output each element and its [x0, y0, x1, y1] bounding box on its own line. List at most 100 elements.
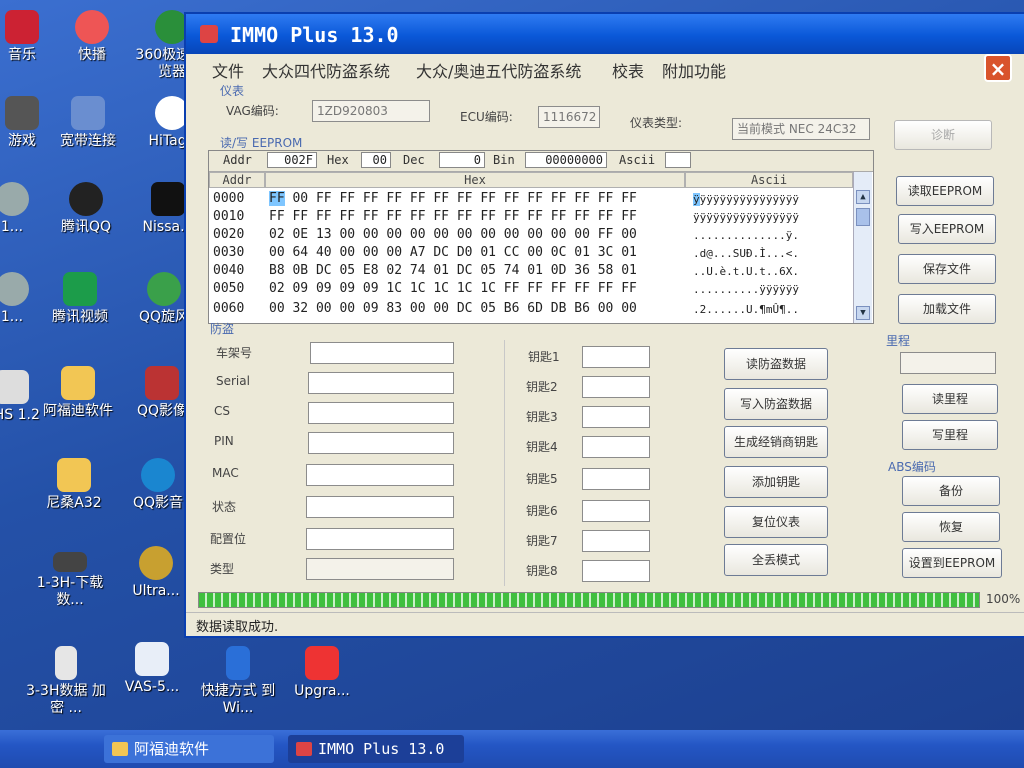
config-bits-field[interactable]: [306, 528, 454, 550]
taskbar-item-afudi[interactable]: 阿福迪软件: [104, 735, 274, 763]
asp-icon: [151, 182, 185, 216]
generate-dealer-key-button[interactable]: 生成经销商钥匙: [724, 426, 828, 458]
row-hex-bytes[interactable]: 00 64 40 00 00 00 A7 DC D0 01 CC 00 0C 0…: [269, 245, 689, 260]
menu-calibrate[interactable]: 校表: [612, 58, 644, 82]
key7-field[interactable]: [582, 530, 650, 552]
row-hex-bytes[interactable]: 02 0E 13 00 00 00 00 00 00 00 00 00 00 0…: [269, 227, 689, 242]
desktop-icon-mercedes-1[interactable]: 1...: [0, 182, 52, 236]
row-ascii[interactable]: .d@...SUÐ.Ì...<.: [693, 247, 841, 260]
image-viewer-icon: [145, 366, 179, 400]
row-hex-bytes[interactable]: B8 0B DC 05 E8 02 74 01 DC 05 74 01 0D 3…: [269, 263, 689, 278]
key3-field[interactable]: [582, 406, 650, 428]
vag-code-field[interactable]: 1ZD920803: [312, 100, 430, 122]
write-mileage-button[interactable]: 写里程: [902, 420, 998, 450]
title-bar[interactable]: IMMO Plus 13.0: [186, 14, 1024, 54]
read-immo-data-button[interactable]: 读防盗数据: [724, 348, 828, 380]
row-ascii[interactable]: ÿÿÿÿÿÿÿÿÿÿÿÿÿÿÿÿ: [693, 211, 841, 224]
read-eeprom-button[interactable]: 读取EEPROM: [896, 176, 994, 206]
key2-field[interactable]: [582, 376, 650, 398]
selected-ascii-char[interactable]: ÿ: [693, 193, 700, 206]
vin-field[interactable]: [310, 342, 454, 364]
pin-field[interactable]: [308, 432, 454, 454]
scroll-down-icon[interactable]: ▼: [856, 306, 870, 320]
hex-editor[interactable]: Addr 002F Hex 00 Dec 0 Bin 00000000 Asci…: [208, 150, 874, 324]
row-ascii[interactable]: ..U.è.t.U.t..6X.: [693, 265, 841, 278]
row-hex-bytes[interactable]: 00 32 00 00 09 83 00 00 DC 05 B6 6D DB B…: [269, 301, 689, 316]
hex-value[interactable]: 00: [361, 152, 391, 168]
menu-vw-audi-gen5-immo[interactable]: 大众/奥迪五代防盗系统: [416, 58, 581, 82]
key8-field[interactable]: [582, 560, 650, 582]
immo-divider: [504, 340, 505, 586]
desktop-icon-broadband[interactable]: 宽带连接: [48, 96, 128, 150]
selected-byte[interactable]: FF: [269, 191, 285, 206]
desktop-icon-afudi-folder[interactable]: 阿福迪软件: [38, 366, 118, 420]
row-hex-bytes[interactable]: FF 00 FF FF FF FF FF FF FF FF FF FF FF F…: [269, 191, 689, 206]
scroll-thumb[interactable]: [856, 208, 870, 226]
desktop-icon-shortcut-wi[interactable]: 快捷方式 到 Wi...: [198, 646, 278, 717]
desktop-icon-upgrade[interactable]: Upgra...: [282, 646, 362, 700]
row-ascii[interactable]: .2......U.¶mÛ¶..: [693, 303, 841, 316]
desktop-icon-tencent-video[interactable]: 腾讯视频: [40, 272, 120, 326]
bin-value[interactable]: 00000000: [525, 152, 607, 168]
vas-5053-icon: [135, 642, 169, 676]
row-ascii[interactable]: ..............ÿ.: [693, 229, 841, 242]
reset-instrument-button[interactable]: 复位仪表: [724, 506, 828, 538]
cs-label: CS: [214, 404, 230, 418]
row-ascii[interactable]: ÿÿÿÿÿÿÿÿÿÿÿÿÿÿÿÿ: [693, 193, 841, 206]
whirlwind-icon: [147, 272, 181, 306]
desktop-icon-qq[interactable]: 腾讯QQ: [46, 182, 126, 236]
save-file-button[interactable]: 保存文件: [898, 254, 996, 284]
key6-field[interactable]: [582, 500, 650, 522]
instrument-type-field[interactable]: 当前模式 NEC 24C32: [732, 118, 870, 140]
games-icon: [5, 96, 39, 130]
desktop-icon-encrypt-data[interactable]: 3-3H数据 加密 ...: [26, 646, 106, 717]
row-ascii[interactable]: ..........ÿÿÿÿÿÿ: [693, 283, 841, 296]
all-keys-lost-button[interactable]: 全丢模式: [724, 544, 828, 576]
serial-label: Serial: [216, 374, 250, 388]
folder-icon: [57, 458, 91, 492]
desktop-icon-ultraedit[interactable]: Ultra...: [116, 546, 196, 600]
add-key-button[interactable]: 添加钥匙: [724, 466, 828, 498]
read-mileage-button[interactable]: 读里程: [902, 384, 998, 414]
key1-field[interactable]: [582, 346, 650, 368]
cs-field[interactable]: [308, 402, 454, 424]
addr-value[interactable]: 002F: [267, 152, 317, 168]
desktop-icon-nissan-a32[interactable]: 尼桑A32: [34, 458, 114, 512]
restore-button[interactable]: 恢复: [902, 512, 1000, 542]
key5-field[interactable]: [582, 468, 650, 490]
close-button[interactable]: ×: [984, 54, 1012, 82]
key7-label: 钥匙7: [526, 534, 558, 548]
desktop-icon-download-data[interactable]: 1-3H-下载数...: [30, 552, 110, 609]
type-label: 类型: [210, 562, 235, 576]
row-hex-bytes[interactable]: FF FF FF FF FF FF FF FF FF FF FF FF FF F…: [269, 209, 689, 224]
taskbar-item-immo[interactable]: IMMO Plus 13.0: [288, 735, 464, 763]
mac-field[interactable]: [306, 464, 454, 486]
desktop-icon-kuaibo[interactable]: 快播: [52, 10, 132, 64]
menu-file[interactable]: 文件: [212, 58, 244, 82]
taskbar: 阿福迪软件 IMMO Plus 13.0: [0, 730, 1024, 768]
document-icon: [55, 646, 77, 680]
write-immo-data-button[interactable]: 写入防盗数据: [724, 388, 828, 420]
hex-cursor-info: Addr 002F Hex 00 Dec 0 Bin 00000000 Asci…: [209, 151, 873, 172]
backup-button[interactable]: 备份: [902, 476, 1000, 506]
hex-scrollbar[interactable]: ▲ ▼: [853, 172, 872, 323]
serial-field[interactable]: [308, 372, 454, 394]
mileage-field[interactable]: [900, 352, 996, 374]
status-field[interactable]: [306, 496, 454, 518]
chip-icon: [53, 552, 87, 572]
key4-label: 钥匙4: [526, 440, 558, 454]
ascii-value[interactable]: [665, 152, 691, 168]
desktop-icon-vas5053[interactable]: VAS-5...: [112, 642, 192, 696]
menu-vw-gen4-immo[interactable]: 大众四代防盗系统: [262, 58, 390, 82]
dec-value[interactable]: 0: [439, 152, 485, 168]
key4-field[interactable]: [582, 436, 650, 458]
write-eeprom-button[interactable]: 写入EEPROM: [898, 214, 996, 244]
scroll-up-icon[interactable]: ▲: [856, 190, 870, 204]
diagnose-button[interactable]: 诊断: [894, 120, 992, 150]
load-file-button[interactable]: 加载文件: [898, 294, 996, 324]
menu-extras[interactable]: 附加功能: [662, 58, 726, 82]
type-field[interactable]: [306, 558, 454, 580]
row-hex-bytes[interactable]: 02 09 09 09 09 1C 1C 1C 1C 1C FF FF FF F…: [269, 281, 689, 296]
ecu-code-field[interactable]: 1116672: [538, 106, 600, 128]
set-to-eeprom-button[interactable]: 设置到EEPROM: [902, 548, 1002, 578]
